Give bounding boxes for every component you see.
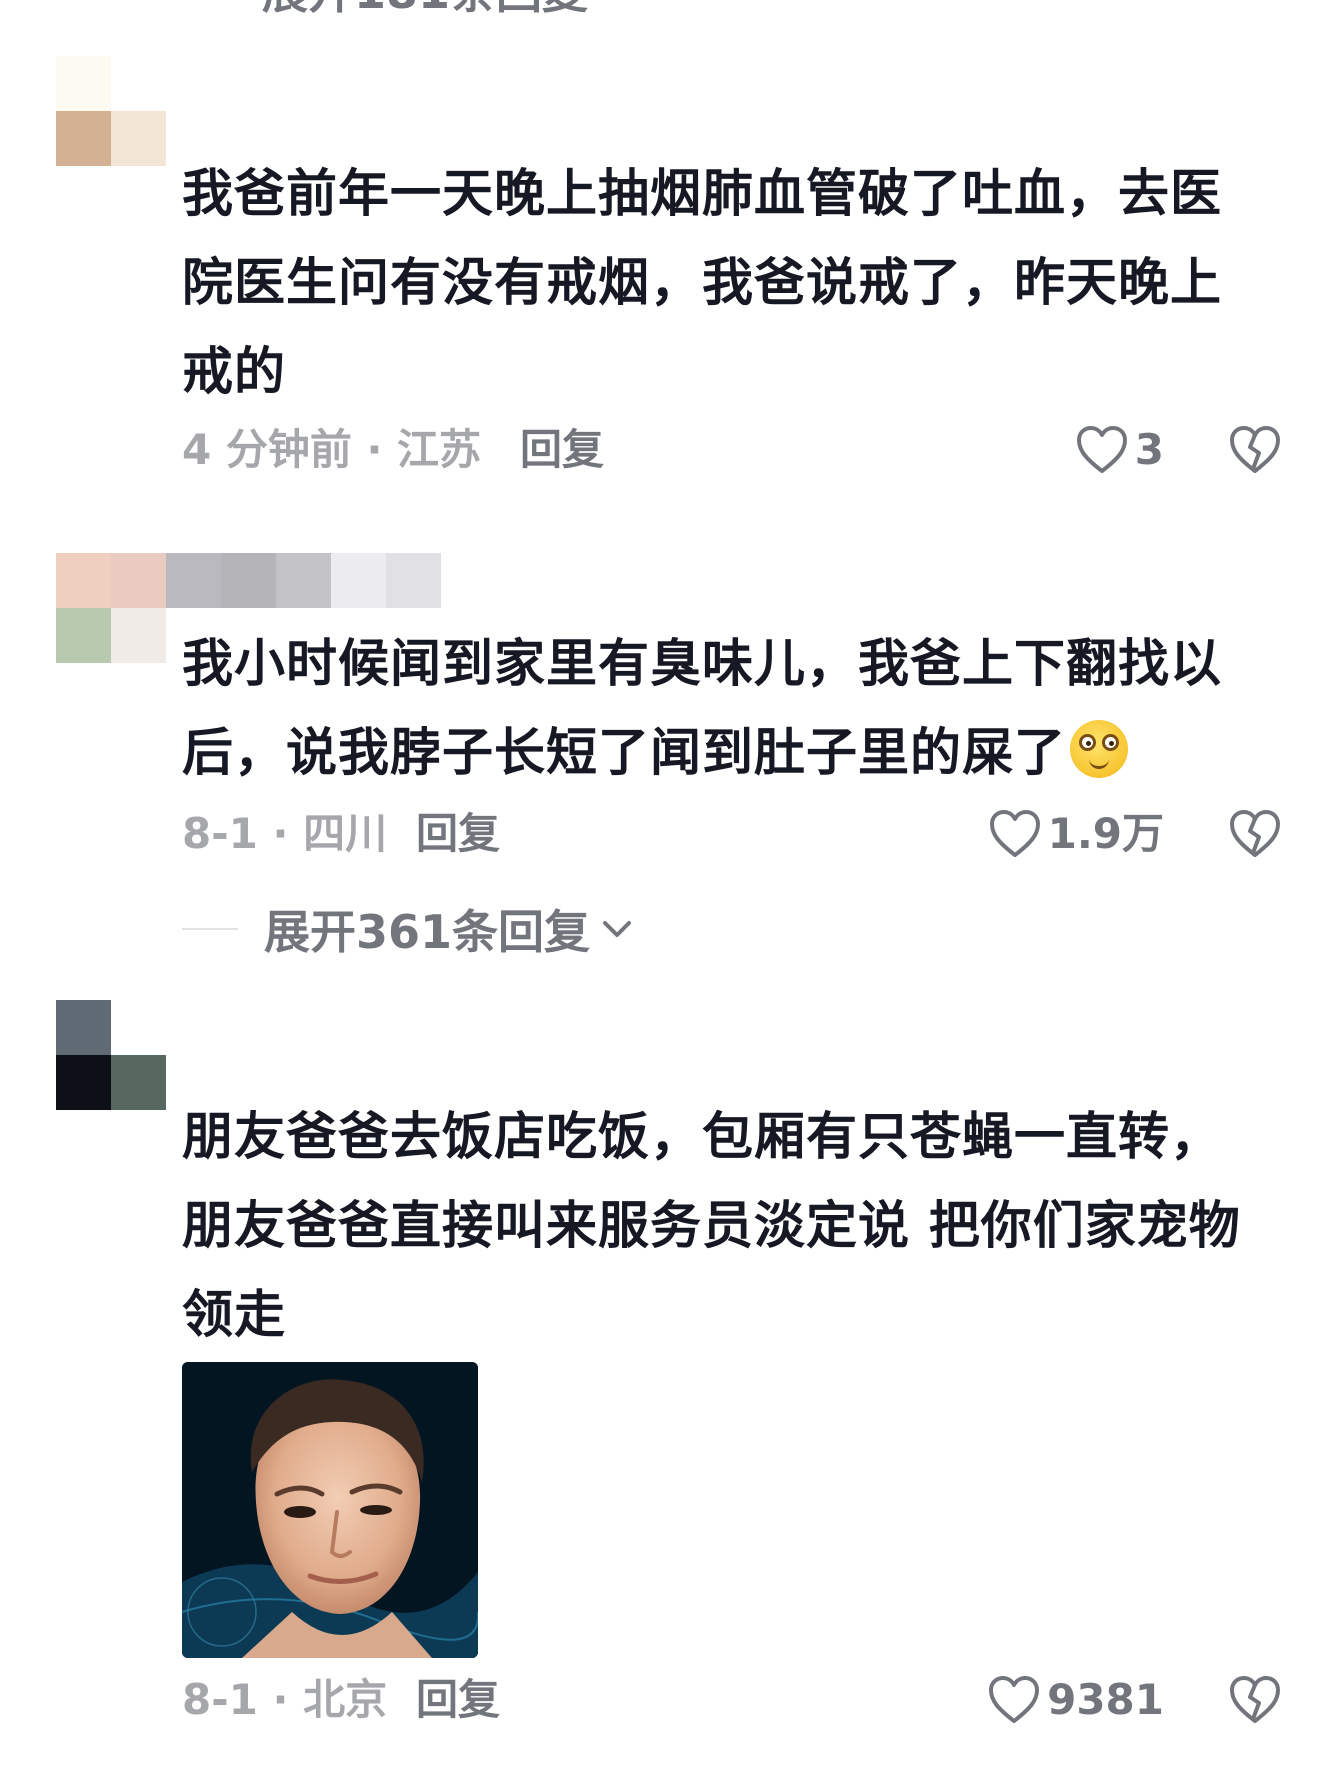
expand-replies-link[interactable]: 展开361条回复 xyxy=(182,899,634,959)
comment-text-content: 我小时候闻到家里有臭味儿，我爸上下翻找以后，说我脖子长短了闻到肚子里的屎了 xyxy=(182,635,1223,783)
like-count: 9381 xyxy=(1047,1675,1164,1724)
chevron-down-icon xyxy=(603,921,632,937)
expand-replies-link[interactable]: 展开181条回复 xyxy=(262,0,588,15)
broken-heart-icon[interactable] xyxy=(1228,809,1282,859)
username-blurred[interactable] xyxy=(166,553,441,608)
like-group: 3 xyxy=(1075,420,1282,480)
comment-meta: 8-1 · 四川 回复 1.9万 xyxy=(182,804,1282,864)
avatar[interactable] xyxy=(56,553,166,663)
reply-button[interactable]: 回复 xyxy=(416,1670,500,1730)
reply-button[interactable]: 回复 xyxy=(520,420,604,480)
broken-heart-icon[interactable] xyxy=(1228,1675,1282,1725)
comment-time-location: 8-1 · 四川 xyxy=(182,809,388,858)
comment-text: 朋友爸爸去饭店吃饭，包厢有只苍蝇一直转，朋友爸爸直接叫来服务员淡定说 把你们家宠… xyxy=(182,1108,1241,1345)
heart-icon[interactable] xyxy=(1075,425,1129,475)
like-group: 9381 xyxy=(987,1670,1282,1730)
comment-text: 我小时候闻到家里有臭味儿，我爸上下翻找以后，说我脖子长短了闻到肚子里的屎了 xyxy=(182,620,1262,798)
comment-time-location: 4 分钟前 · 江苏 xyxy=(182,425,482,474)
reply-button[interactable]: 回复 xyxy=(416,804,500,864)
like-count: 1.9万 xyxy=(1047,809,1164,858)
grimacing-face-emoji-icon xyxy=(1070,720,1129,778)
heart-icon[interactable] xyxy=(988,809,1042,859)
like-group: 1.9万 xyxy=(988,804,1282,864)
expand-replies-label: 展开361条回复 xyxy=(264,905,591,959)
avatar[interactable] xyxy=(56,1000,166,1110)
comment-text: 我爸前年一天晚上抽烟肺血管破了吐血，去医院医生问有没有戒烟，我爸说戒了，昨天晚上… xyxy=(182,165,1223,402)
avatar[interactable] xyxy=(56,56,166,166)
portrait-meme-image[interactable] xyxy=(182,1362,478,1658)
comment-meta: 4 分钟前 · 江苏 回复 3 xyxy=(182,420,1282,480)
broken-heart-icon[interactable] xyxy=(1228,425,1282,475)
divider-line xyxy=(182,928,238,930)
heart-icon[interactable] xyxy=(987,1675,1041,1725)
comment-meta: 8-1 · 北京 回复 9381 xyxy=(182,1670,1282,1730)
comment-time-location: 8-1 · 北京 xyxy=(182,1675,388,1724)
like-count: 3 xyxy=(1134,425,1164,474)
